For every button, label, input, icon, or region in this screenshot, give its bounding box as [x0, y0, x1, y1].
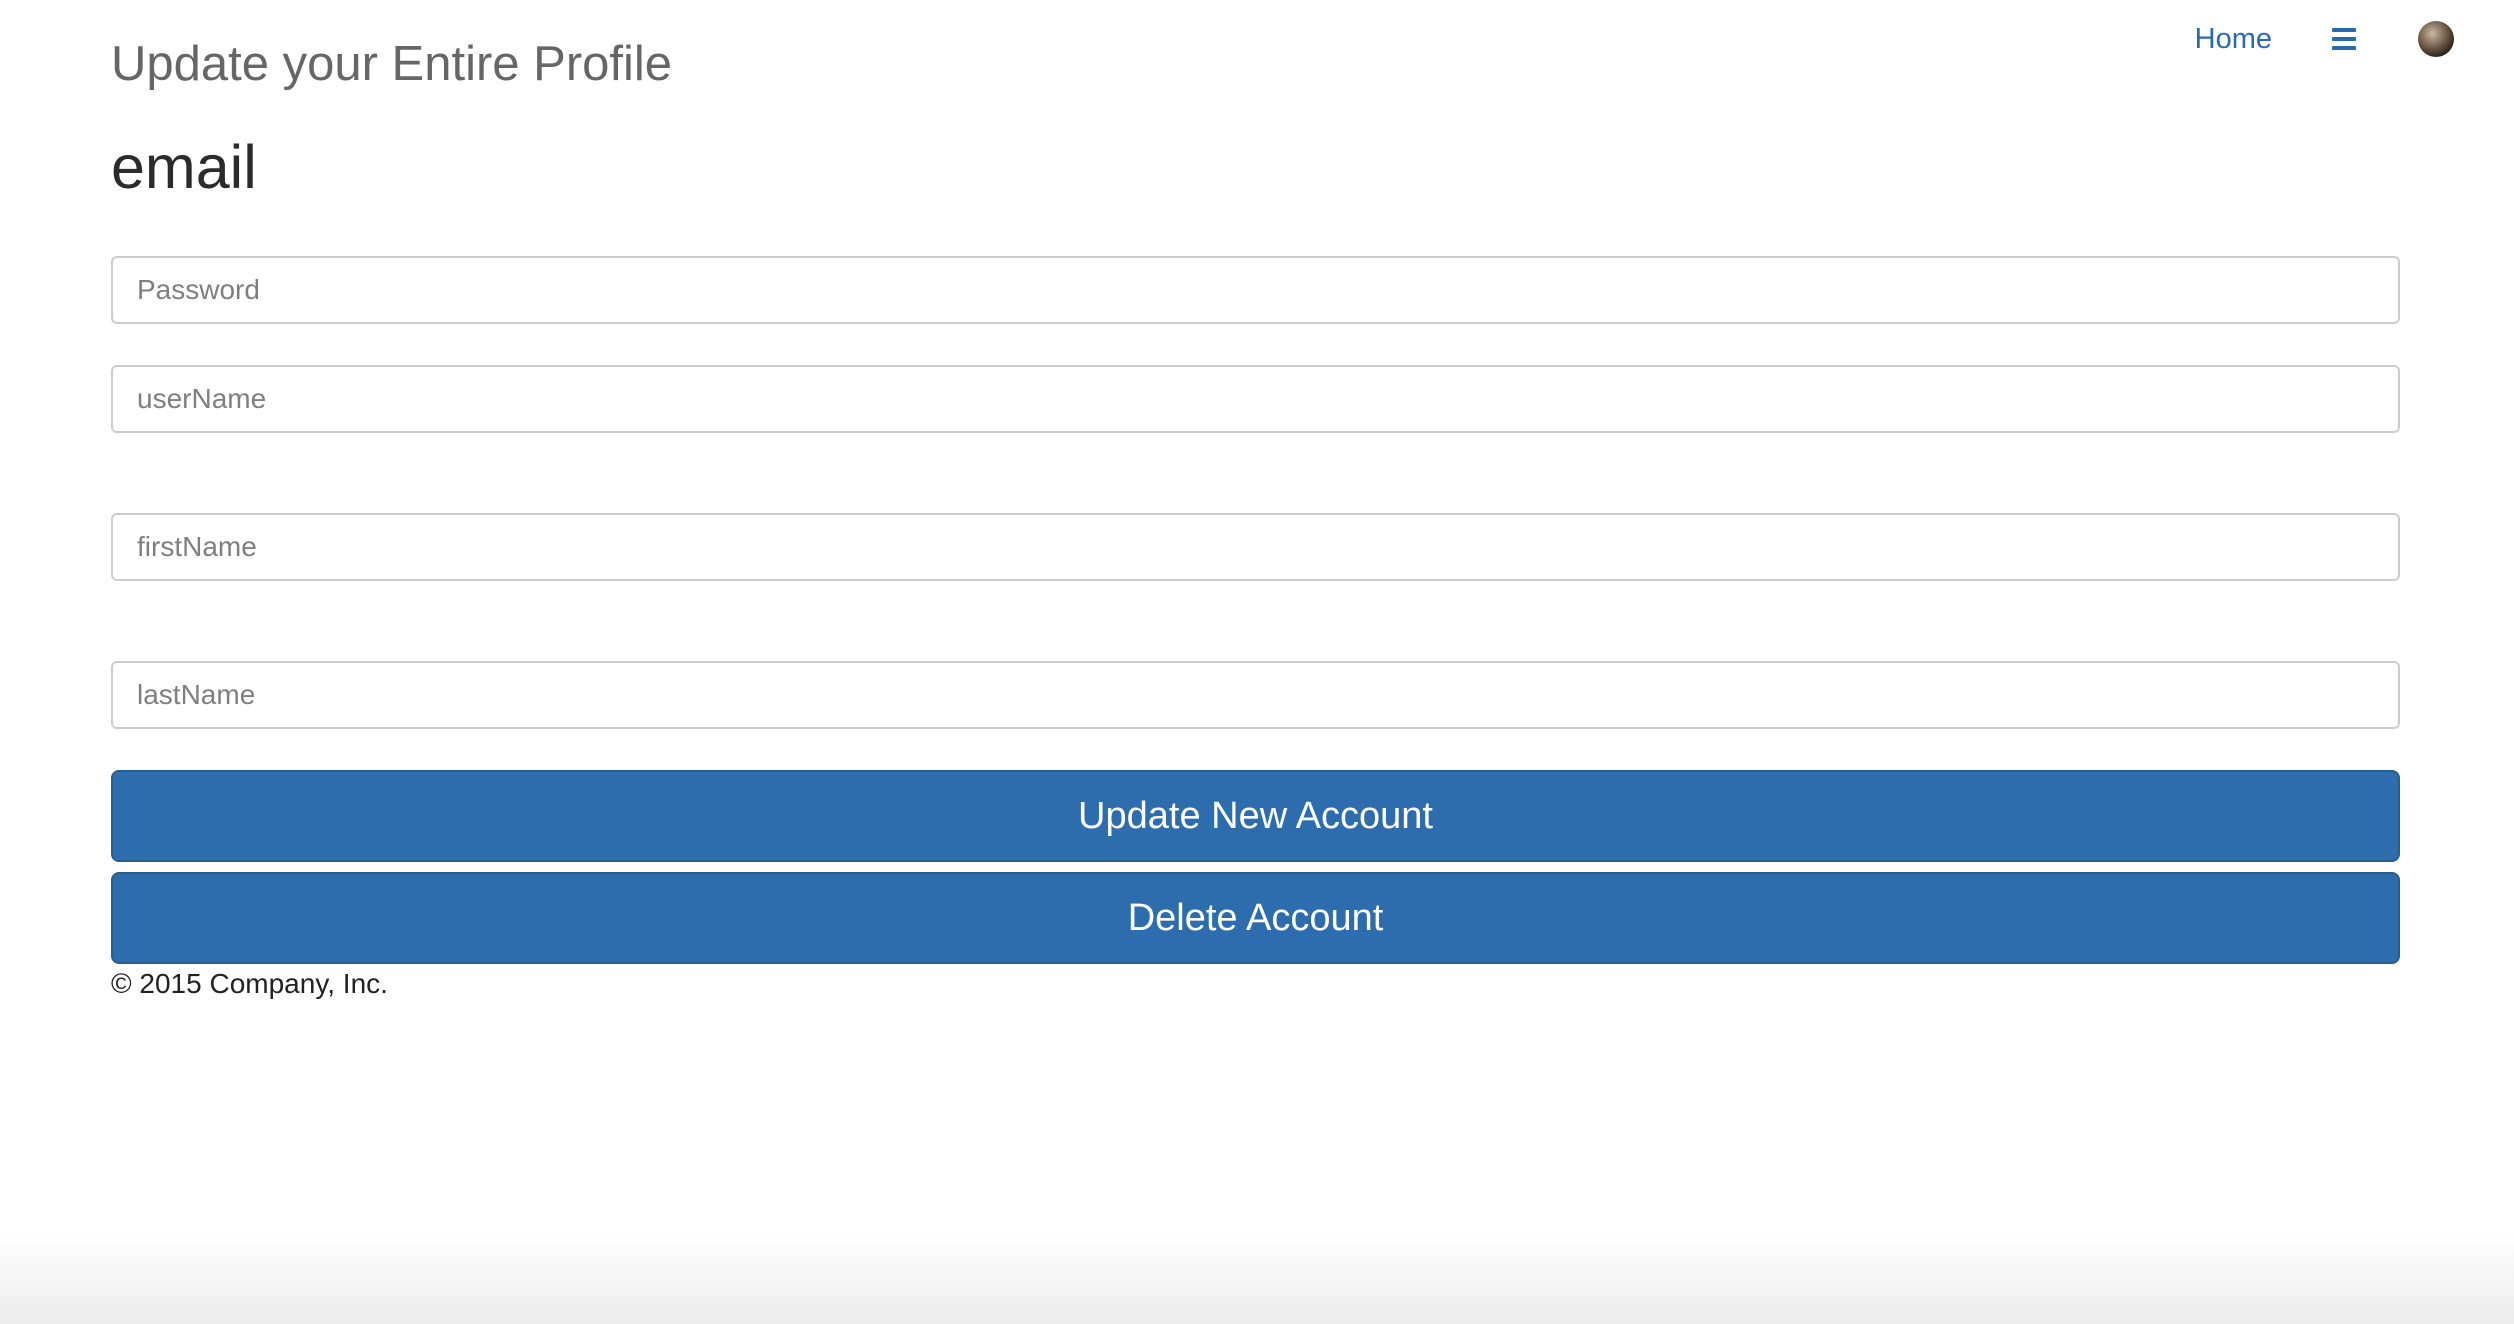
- menu-bar: [2332, 46, 2356, 50]
- page-title: Update your Entire Profile: [111, 37, 673, 91]
- delete-account-button[interactable]: Delete Account: [111, 872, 2400, 964]
- page: Home Update your Entire Profile email Up…: [0, 0, 2514, 1324]
- email-heading: email: [111, 133, 257, 201]
- update-account-button[interactable]: Update New Account: [111, 770, 2400, 862]
- bottom-shadow: [0, 1234, 2514, 1324]
- password-field[interactable]: [111, 256, 2400, 324]
- top-nav: Home: [2195, 14, 2454, 64]
- footer-copyright: © 2015 Company, Inc.: [111, 968, 388, 999]
- hamburger-menu-icon[interactable]: [2332, 28, 2356, 50]
- nav-home-link[interactable]: Home: [2195, 23, 2272, 56]
- lastname-field[interactable]: [111, 661, 2400, 729]
- user-avatar[interactable]: [2418, 21, 2454, 57]
- firstname-field[interactable]: [111, 513, 2400, 581]
- menu-bar: [2332, 37, 2356, 41]
- username-field[interactable]: [111, 365, 2400, 433]
- menu-bar: [2332, 28, 2356, 32]
